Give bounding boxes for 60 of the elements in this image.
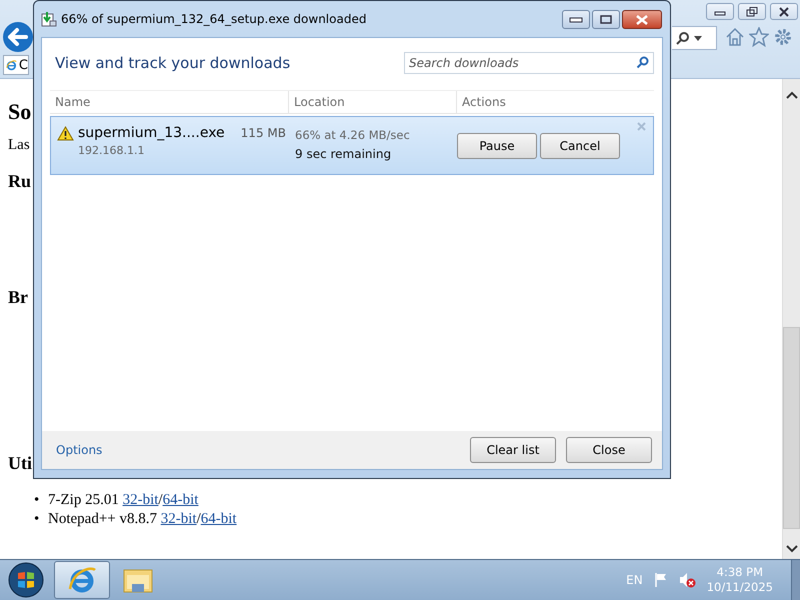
scrollbar[interactable] (782, 79, 800, 559)
bullet: • (34, 491, 40, 510)
heading: So (8, 99, 32, 126)
dialog-button[interactable]: Clear list (470, 437, 556, 463)
restore-icon (746, 6, 758, 16)
restore-button[interactable] (738, 3, 766, 20)
list-item-text: Notepad++ v8.8.7 (48, 510, 158, 529)
file-size: 115 MB (240, 126, 286, 140)
bullet: • (34, 510, 40, 529)
close-button[interactable] (622, 10, 662, 29)
download-item[interactable]: supermium_13....exe 115 MB 192.168.1.1 66% at 4.26 MB/sec 9 sec remaining Pause Cancel (50, 116, 654, 175)
download-link[interactable]: 32-bit (122, 491, 158, 510)
download-progress: 66% at 4.26 MB/sec (295, 128, 411, 142)
maximize-button[interactable] (592, 10, 620, 29)
column-header[interactable]: Location (288, 91, 456, 113)
download-source: 192.168.1.1 (78, 144, 146, 157)
separator-text: / (158, 491, 163, 510)
options-link[interactable]: Options (56, 443, 102, 457)
heading: Ru (8, 171, 32, 193)
close-icon (635, 14, 649, 24)
search-icon[interactable] (636, 56, 649, 69)
download-link[interactable]: 64-bit (162, 491, 198, 510)
time-remaining: 9 sec remaining (295, 147, 392, 161)
search-field[interactable]: Search downloads (404, 52, 654, 74)
scroll-down-icon[interactable] (786, 545, 798, 553)
dialog-heading: View and track your downloads (55, 54, 290, 72)
home-icon[interactable] (725, 27, 745, 47)
minimize-button[interactable] (706, 3, 734, 20)
browser-logo-icon (67, 565, 97, 595)
action-button[interactable]: Pause (457, 133, 537, 159)
warning-icon (57, 126, 74, 140)
action-button[interactable]: Cancel (540, 133, 620, 159)
window-title: 66% of supermium_132_64_setup.exe downloaded (61, 12, 368, 26)
paragraph-text: Las (8, 137, 30, 155)
minimize-icon (569, 16, 583, 22)
minimize-button[interactable] (562, 10, 590, 29)
heading: Br (8, 287, 28, 309)
file-name: supermium_13....exe (78, 125, 225, 141)
muted-speaker-icon[interactable] (678, 572, 697, 588)
heading: Uti (8, 453, 32, 475)
close-button[interactable] (770, 3, 798, 20)
maximize-icon (600, 15, 612, 24)
browser-tab[interactable]: C (3, 55, 29, 75)
download-link[interactable]: 32-bit (160, 510, 197, 529)
column-header[interactable]: Actions (456, 91, 654, 113)
download-window-icon (41, 11, 57, 27)
dialog-button[interactable]: Close (566, 437, 652, 463)
favorites-star-icon[interactable] (749, 27, 769, 47)
column-header[interactable]: Name (50, 91, 288, 113)
back-button[interactable] (2, 21, 34, 53)
scroll-up-icon[interactable] (786, 91, 798, 99)
separator-text: / (196, 510, 201, 529)
settings-icon[interactable] (773, 27, 793, 47)
start-button[interactable] (6, 561, 46, 599)
close-icon (778, 6, 790, 16)
download-link[interactable]: 64-bit (200, 510, 237, 529)
search-icon[interactable] (676, 31, 690, 45)
list-item-text: 7-Zip 25.01 (48, 491, 120, 510)
taskbar-button[interactable] (54, 561, 110, 599)
dropdown-caret-icon[interactable] (694, 36, 702, 40)
